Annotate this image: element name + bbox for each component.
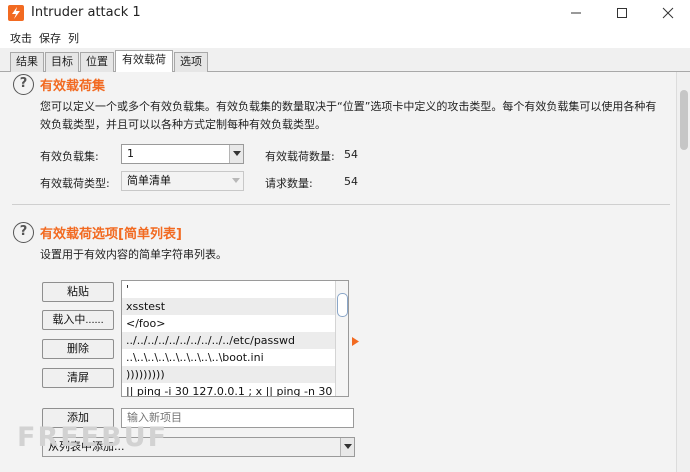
chevron-down-icon bbox=[340, 438, 354, 456]
tab-strip: 结果 目标 位置 有效载荷 选项 bbox=[0, 48, 690, 73]
payloads-panel: ? 有效载荷集 您可以定义一个或多个有效负载集。有效负载集的数量取决于“位置”选… bbox=[0, 72, 690, 472]
caret-right-icon bbox=[352, 336, 359, 349]
payload-set-label: 有效负载集: bbox=[40, 150, 99, 163]
paste-button[interactable]: 粘贴 bbox=[42, 282, 114, 302]
tab-results[interactable]: 结果 bbox=[10, 52, 44, 72]
list-scroll-thumb[interactable] bbox=[337, 293, 348, 317]
list-item[interactable]: </foo> bbox=[122, 315, 335, 332]
panel-scroll-thumb[interactable] bbox=[680, 90, 688, 150]
list-item[interactable]: xsstest bbox=[122, 298, 335, 315]
request-count-value: 54 bbox=[344, 175, 358, 188]
request-count-label: 请求数量: bbox=[265, 177, 313, 190]
menu-bar: 攻击 保存 列 bbox=[0, 26, 690, 48]
payload-type-select[interactable]: 简单清单 bbox=[121, 171, 244, 191]
payload-options-description: 设置用于有效内容的简单字符串列表。 bbox=[40, 248, 227, 261]
help-icon[interactable]: ? bbox=[13, 222, 34, 243]
clear-button[interactable]: 清屏 bbox=[42, 368, 114, 388]
payload-count-value: 54 bbox=[344, 148, 358, 161]
tab-payloads[interactable]: 有效载荷 bbox=[115, 50, 173, 73]
panel-scrollbar[interactable] bbox=[676, 72, 690, 472]
payload-count-label: 有效载荷数量: bbox=[265, 150, 335, 163]
minimize-icon[interactable] bbox=[553, 0, 599, 26]
payload-list[interactable]: ' xsstest </foo> ../../../../../../../..… bbox=[121, 280, 349, 397]
watermark: FREEBUF bbox=[17, 422, 169, 453]
remove-button[interactable]: 删除 bbox=[42, 339, 114, 359]
title-bar: Intruder attack 1 bbox=[0, 0, 690, 26]
section-divider bbox=[12, 204, 670, 205]
payload-sets-description: 您可以定义一个或多个有效负载集。有效负载集的数量取决于“位置”选项卡中定义的攻击… bbox=[40, 100, 657, 131]
tab-target[interactable]: 目标 bbox=[45, 52, 79, 72]
payload-set-select[interactable]: 1 bbox=[121, 144, 244, 164]
tab-options[interactable]: 选项 bbox=[174, 52, 208, 72]
list-scrollbar[interactable] bbox=[335, 281, 348, 396]
payload-set-value: 1 bbox=[127, 147, 134, 160]
window-title: Intruder attack 1 bbox=[31, 5, 141, 20]
list-item[interactable]: ))))))))) bbox=[122, 366, 335, 383]
payload-type-value: 简单清单 bbox=[127, 174, 171, 187]
burp-logo-icon bbox=[8, 5, 24, 21]
list-item[interactable]: ' bbox=[122, 281, 335, 298]
payload-options-title: 有效载荷选项[简单列表] bbox=[40, 227, 182, 242]
payload-type-label: 有效载荷类型: bbox=[40, 177, 110, 190]
list-item[interactable]: ..\..\..\..\..\..\..\..\..\boot.ini bbox=[122, 349, 335, 366]
tab-positions[interactable]: 位置 bbox=[80, 52, 114, 72]
load-button[interactable]: 载入中...... bbox=[42, 310, 114, 330]
menu-save[interactable]: 保存 bbox=[39, 30, 61, 46]
list-item[interactable]: || ping -i 30 127.0.0.1 ; x || ping -n 3… bbox=[122, 383, 335, 396]
payload-sets-title: 有效载荷集 bbox=[40, 79, 106, 94]
chevron-down-icon bbox=[229, 172, 243, 190]
menu-columns[interactable]: 列 bbox=[68, 30, 79, 46]
menu-attack[interactable]: 攻击 bbox=[10, 30, 32, 46]
maximize-icon[interactable] bbox=[599, 0, 645, 26]
help-icon[interactable]: ? bbox=[13, 74, 34, 95]
chevron-down-icon bbox=[229, 145, 243, 163]
close-icon[interactable] bbox=[645, 0, 690, 26]
list-item[interactable]: ../../../../../../../../../../etc/passwd bbox=[122, 332, 335, 349]
